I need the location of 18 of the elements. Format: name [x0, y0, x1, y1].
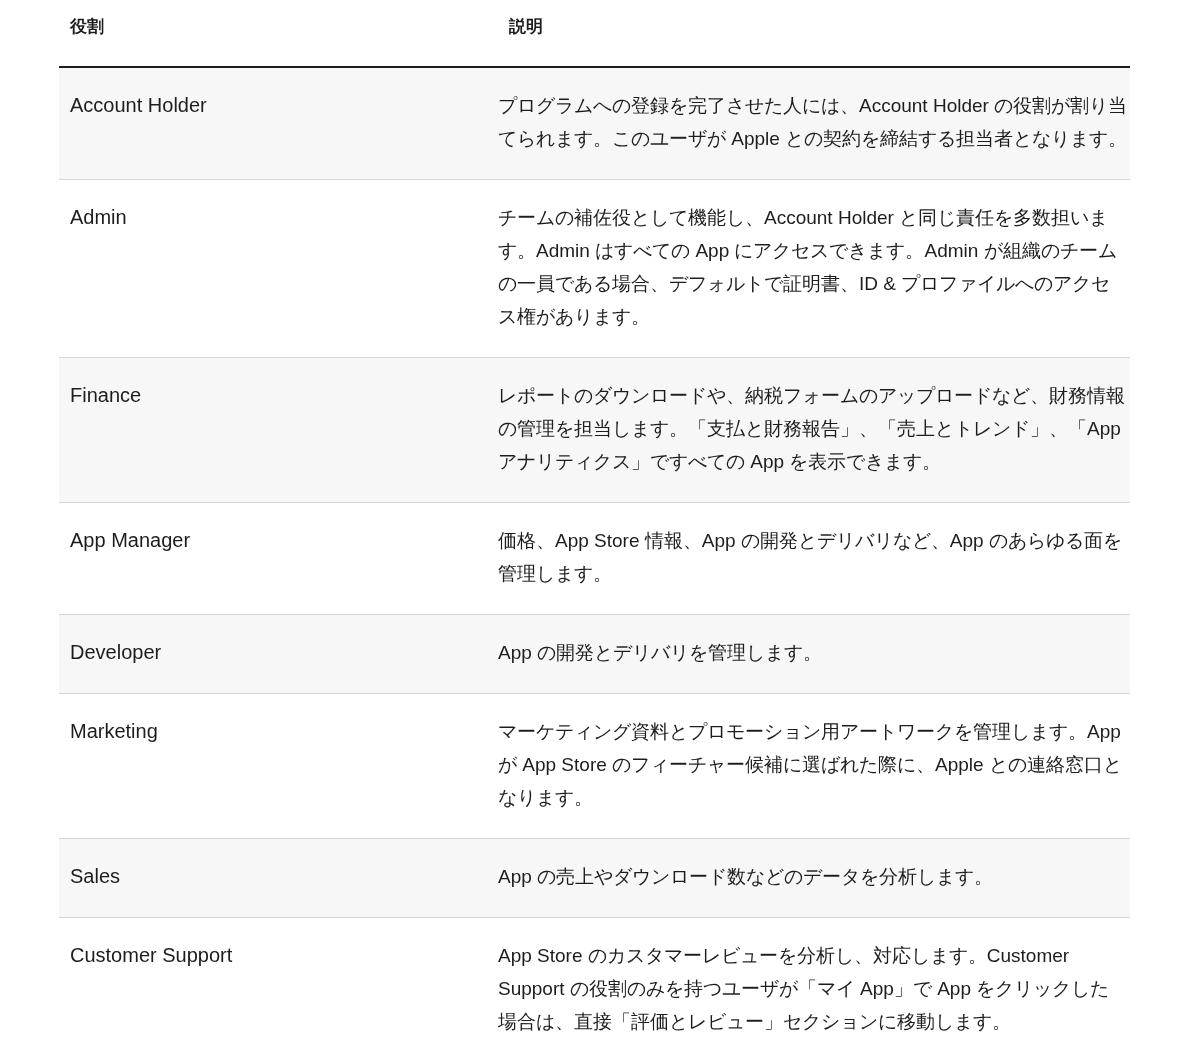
description-cell-text: 価格、App Store 情報、App の開発とデリバリなど、App のあらゆる面を管理します。	[498, 529, 1123, 586]
role-cell-text: Marketing	[69, 719, 159, 744]
column-header: 役割	[69, 15, 105, 38]
role-cell-text: Sales	[69, 864, 122, 889]
role-cell-text: Admin	[69, 205, 128, 230]
description-cell-text: App Store のカスタマーレビューを分析し、対応します。Customer Support の役割のみを持つユーザが「マイ App」で App をクリックした場合は、直接「評価とレビュー」セクションに移動します。	[498, 944, 1111, 1034]
role-cell-text: Finance	[69, 383, 143, 408]
description-cell-text: App の売上やダウンロード数などのデータを分析します。	[498, 865, 995, 889]
role-cell-text: Account Holder	[69, 93, 208, 118]
role-cell-text: App Manager	[69, 528, 192, 553]
description-cell-text: App の開発とデリバリを管理します。	[498, 641, 824, 665]
column-header: 説明	[508, 15, 544, 38]
role-cell-text: Customer Support	[69, 943, 234, 968]
description-cell-text: チームの補佐役として機能し、Account Holder と同じ責任を多数担います。Admin はすべての App にアクセスできます。Admin が組織のチームの一員である場合、デフォルトで証明書、ID & プロファイルへのアクセス権があります。	[498, 206, 1118, 329]
description-cell-text: マーケティング資料とプロモーション用アートワークを管理します。App が App Store のフィーチャー候補に選ばれた際に、Apple との連絡窓口となります。	[498, 720, 1123, 810]
description-cell-text: プログラムへの登録を完了させた人には、Account Holder の役割が割り当てられます。このユーザが Apple との契約を締結する担当者となります。	[498, 94, 1129, 151]
role-cell-text: Developer	[69, 640, 163, 665]
description-cell-text: レポートのダウンロードや、納税フォームのアップロードなど、財務情報の管理を担当します。「支払と財務報告」、「売上とトレンド」、「App アナリティクス」ですべての App を表示できます。	[498, 384, 1126, 474]
